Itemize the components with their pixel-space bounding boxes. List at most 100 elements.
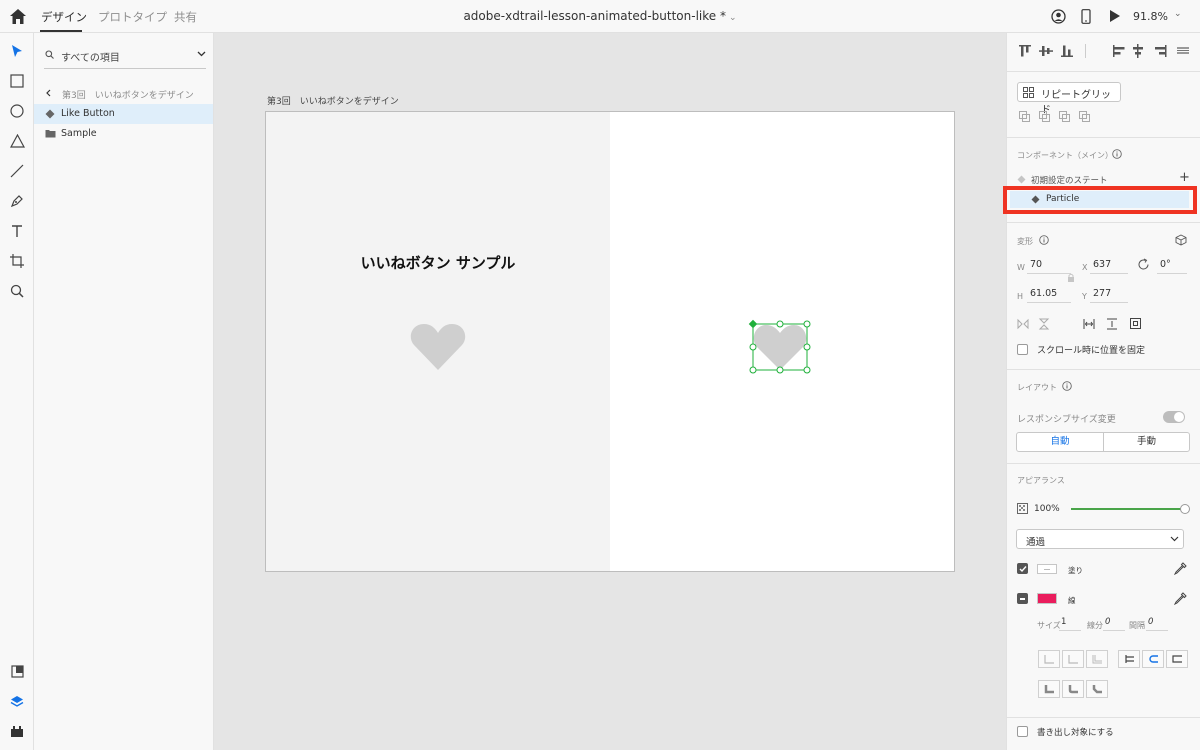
layers-panel: すべての項目 第3回 いいねボタンをデザイン Like Button Sampl… [34,33,214,750]
width-field[interactable]: 70 [1027,256,1071,274]
select-tool-icon[interactable] [8,42,26,60]
opacity-icon [1017,503,1028,514]
polygon-tool-icon[interactable] [8,132,26,150]
add-state-button[interactable]: + [1179,170,1190,185]
height-label: H [1017,292,1024,301]
fill-color-swatch[interactable] [1037,564,1057,574]
divider [1007,137,1200,138]
eyedropper-icon[interactable] [1174,592,1187,605]
cap-round-button[interactable] [1142,650,1164,668]
y-field[interactable]: 277 [1090,285,1128,303]
sample-heading: いいねボタン サンプル [360,254,516,272]
ellipse-tool-icon[interactable] [8,102,26,120]
blend-mode-dropdown[interactable]: 通過 [1016,529,1184,549]
join-round-button[interactable] [1062,680,1084,698]
responsive-resize-label: レスポンシブサイズ変更 [1017,415,1116,425]
layer-filter-label: すべての項目 [61,53,120,64]
info-icon[interactable] [1062,381,1072,391]
gap-field[interactable]: 0 [1146,615,1168,631]
pen-tool-icon[interactable] [8,192,26,210]
layers-icon[interactable] [8,692,26,710]
x-field[interactable]: 637 [1090,256,1128,274]
chevron-down-icon[interactable]: ⌄ [1174,9,1182,19]
flip-distribute-icons[interactable] [1017,318,1157,330]
fix-scroll-checkbox[interactable] [1017,344,1028,355]
stroke-checkbox[interactable] [1017,593,1028,604]
cap-butt-button[interactable] [1118,650,1140,668]
width-value: 70 [1030,259,1043,270]
y-value: 277 [1093,288,1112,299]
stroke-size-field[interactable]: 1 [1059,615,1081,631]
highlight-annotation-box [1003,186,1197,214]
default-state-label[interactable]: 初期設定のステート [1031,174,1108,186]
artboard-title[interactable]: 第3回 いいねボタンをデザイン [267,94,399,107]
line-tool-icon[interactable] [8,162,26,180]
layer-row-like-button[interactable]: Like Button [34,104,213,124]
cap-square-button[interactable] [1166,650,1188,668]
3d-transform-icon[interactable] [1175,234,1187,246]
eyedropper-icon[interactable] [1174,562,1187,575]
opacity-slider-thumb[interactable] [1180,504,1190,514]
document-title[interactable]: adobe-xdtrail-lesson-animated-button-lik… [0,9,1200,23]
cap-butt-icon [1125,655,1134,663]
tool-bar [0,33,34,750]
zoom-tool-icon[interactable] [8,282,26,300]
stroke-outer-button[interactable] [1086,650,1108,668]
manual-mode-button[interactable]: 手動 [1103,433,1189,451]
join-miter-button[interactable] [1038,680,1060,698]
align-toolbar-icons[interactable] [1017,44,1197,58]
play-icon[interactable] [1109,9,1121,23]
opacity-slider-track[interactable] [1071,508,1184,510]
chevron-down-icon: ⌄ [728,13,737,23]
auto-mode-button[interactable]: 自動 [1017,433,1103,451]
repeat-grid-button[interactable]: リピートグリッド [1017,82,1121,116]
x-label: X [1082,263,1088,272]
height-value: 61.05 [1030,288,1058,299]
transform-section-title: 変形 [1017,237,1033,246]
divider [1007,463,1200,464]
info-icon[interactable] [1039,235,1049,245]
heart-icon[interactable] [410,323,466,371]
export-checkbox[interactable] [1017,726,1028,737]
component-diamond-icon [45,109,55,119]
chevron-left-icon [46,89,51,97]
fill-checkbox[interactable] [1017,563,1028,574]
boolean-ops-icons[interactable] [1019,111,1099,123]
rotation-field[interactable]: 0° [1157,256,1187,274]
layer-label: Like Button [61,108,115,119]
responsive-mode-segmented[interactable]: 自動 手動 [1016,432,1190,452]
stroke-inner-button[interactable] [1038,650,1060,668]
rectangle-tool-icon[interactable] [8,72,26,90]
artboard[interactable]: いいねボタン サンプル [265,111,955,572]
coediting-user-icon[interactable] [1051,9,1066,24]
layer-row-sample[interactable]: Sample [34,124,213,144]
info-icon[interactable] [1112,149,1122,159]
height-field[interactable]: 61.05 [1027,285,1071,303]
document-assets-icon[interactable] [8,662,26,680]
stroke-center-icon [1068,655,1078,664]
active-tab-indicator [40,30,82,32]
fill-label: 塗り [1068,566,1083,575]
plugins-icon[interactable] [8,722,26,740]
mobile-preview-icon[interactable] [1081,9,1091,24]
opacity-value[interactable]: 100% [1034,504,1060,514]
stroke-label: 線 [1068,596,1076,605]
chevron-down-icon [1170,536,1179,542]
dash-label: 線分 [1087,621,1103,630]
cap-square-icon [1172,655,1182,663]
document-name: adobe-xdtrail-lesson-animated-button-lik… [463,9,726,23]
selected-heart-icon[interactable] [747,319,813,375]
text-tool-icon[interactable] [8,222,26,240]
stroke-outer-icon [1092,655,1102,664]
stroke-color-swatch[interactable] [1037,593,1057,604]
dash-field[interactable]: 0 [1103,615,1125,631]
stroke-size-label: サイズ [1037,621,1061,630]
stroke-center-button[interactable] [1062,650,1084,668]
export-label: 書き出し対象にする [1037,728,1114,738]
join-bevel-button[interactable] [1086,680,1108,698]
lock-aspect-icon[interactable] [1067,273,1075,283]
responsive-resize-toggle[interactable] [1163,411,1185,423]
zoom-level[interactable]: 91.8% [1133,10,1168,23]
layer-filter-dropdown[interactable]: すべての項目 [44,45,206,69]
artboard-tool-icon[interactable] [8,252,26,270]
